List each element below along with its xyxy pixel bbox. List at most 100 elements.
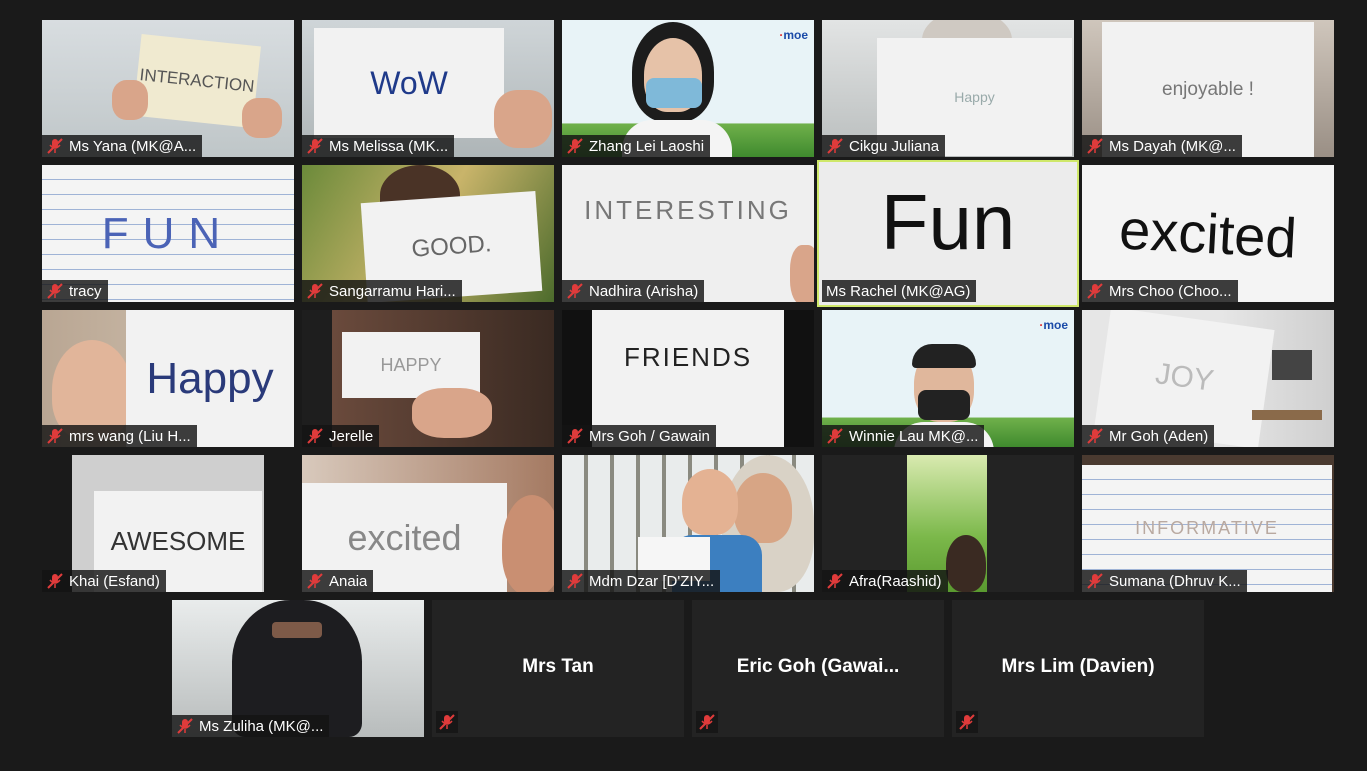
hand bbox=[494, 90, 552, 148]
mic-status bbox=[696, 711, 718, 733]
participant-nameplate: Ms Yana (MK@A... bbox=[42, 135, 203, 157]
participant-name: Winnie Lau MK@... bbox=[849, 427, 979, 445]
participant-name: Ms Dayah (MK@... bbox=[1109, 137, 1236, 155]
mic-status bbox=[956, 711, 978, 733]
participant-name: Mr Goh (Aden) bbox=[1109, 427, 1209, 445]
video-tile-mrs-goh-gawain[interactable]: FRIENDS Mrs Goh / Gawain bbox=[562, 310, 814, 447]
muted-mic-icon bbox=[1087, 428, 1103, 444]
muted-mic-icon bbox=[307, 428, 323, 444]
participant-nameplate: Ms Rachel (MK@AG) bbox=[822, 280, 977, 302]
hand bbox=[242, 98, 282, 138]
person-face bbox=[734, 473, 792, 543]
muted-mic-icon bbox=[47, 573, 63, 589]
participant-name: Jerelle bbox=[329, 427, 374, 445]
video-tile-afra[interactable]: Afra(Raashid) bbox=[822, 455, 1074, 592]
video-tile-eric-goh[interactable]: Eric Goh (Gawai... bbox=[692, 600, 944, 737]
sign-paper: INTERESTING bbox=[584, 194, 792, 225]
participant-nameplate: tracy bbox=[42, 280, 108, 302]
muted-mic-icon bbox=[439, 714, 455, 730]
participant-nameplate: Afra(Raashid) bbox=[822, 570, 948, 592]
participant-nameplate: Ms Dayah (MK@... bbox=[1082, 135, 1242, 157]
muted-mic-icon bbox=[827, 428, 843, 444]
participant-name: Mdm Dzar [D'ZIY... bbox=[589, 572, 715, 590]
video-tile-anaia[interactable]: excited Anaia bbox=[302, 455, 554, 592]
participant-nameplate: Mr Goh (Aden) bbox=[1082, 425, 1215, 447]
participant-nameplate: Mrs Choo (Choo... bbox=[1082, 280, 1238, 302]
muted-mic-icon bbox=[567, 573, 583, 589]
moe-logo: ·moe bbox=[779, 28, 808, 42]
participant-name: Sumana (Dhruv K... bbox=[1109, 572, 1241, 590]
participant-nameplate: mrs wang (Liu H... bbox=[42, 425, 197, 447]
participant-name: Khai (Esfand) bbox=[69, 572, 160, 590]
mic-status bbox=[436, 711, 458, 733]
video-tile-ms-melissa[interactable]: WoW Ms Melissa (MK... bbox=[302, 20, 554, 157]
participant-name: tracy bbox=[69, 282, 102, 300]
video-tile-jerelle[interactable]: HAPPY Jerelle bbox=[302, 310, 554, 447]
participant-name: mrs wang (Liu H... bbox=[69, 427, 191, 445]
muted-mic-icon bbox=[827, 138, 843, 154]
muted-mic-icon bbox=[307, 283, 323, 299]
video-tile-ms-zuliha[interactable]: Ms Zuliha (MK@... bbox=[172, 600, 424, 737]
muted-mic-icon bbox=[1087, 138, 1103, 154]
participant-name: Nadhira (Arisha) bbox=[589, 282, 699, 300]
video-tile-winnie-lau[interactable]: ·moe Winnie Lau MK@... bbox=[822, 310, 1074, 447]
eye-area bbox=[272, 622, 322, 638]
participant-nameplate: Zhang Lei Laoshi bbox=[562, 135, 711, 157]
participant-nameplate: Khai (Esfand) bbox=[42, 570, 166, 592]
video-tile-cikgu-juliana[interactable]: Happy Cikgu Juliana bbox=[822, 20, 1074, 157]
participant-name: Eric Goh (Gawai... bbox=[736, 656, 900, 677]
muted-mic-icon bbox=[699, 714, 715, 730]
face-mask bbox=[918, 390, 970, 420]
participant-name: Mrs Choo (Choo... bbox=[1109, 282, 1232, 300]
person-face bbox=[502, 495, 554, 592]
video-tile-ms-rachel-active-speaker[interactable]: Fun Ms Rachel (MK@AG) bbox=[817, 160, 1079, 307]
participant-nameplate: Cikgu Juliana bbox=[822, 135, 946, 157]
video-tile-mrs-wang[interactable]: Happy mrs wang (Liu H... bbox=[42, 310, 294, 447]
muted-mic-icon bbox=[567, 138, 583, 154]
child-face bbox=[682, 469, 738, 535]
participant-name: Mrs Goh / Gawain bbox=[589, 427, 710, 445]
video-tile-mrs-tan[interactable]: Mrs Tan bbox=[432, 600, 684, 737]
muted-mic-icon bbox=[307, 138, 323, 154]
hand bbox=[412, 388, 492, 438]
table bbox=[1252, 410, 1322, 420]
video-tile-sangarramu[interactable]: GOOD. Sangarramu Hari... bbox=[302, 165, 554, 302]
participant-nameplate: Sumana (Dhruv K... bbox=[1082, 570, 1247, 592]
muted-mic-icon bbox=[959, 714, 975, 730]
video-tile-mrs-choo[interactable]: excited Mrs Choo (Choo... bbox=[1082, 165, 1334, 302]
participant-name: Zhang Lei Laoshi bbox=[589, 137, 705, 155]
video-tile-zhang-lei-laoshi[interactable]: ·moe Zhang Lei Laoshi bbox=[562, 20, 814, 157]
video-tile-nadhira[interactable]: INTERESTING Nadhira (Arisha) bbox=[562, 165, 814, 302]
hand bbox=[790, 245, 814, 302]
video-tile-ms-yana[interactable]: INTERACTION Ms Yana (MK@A... bbox=[42, 20, 294, 157]
participant-name: Mrs Lim (Davien) bbox=[1001, 656, 1155, 677]
participant-nameplate: Winnie Lau MK@... bbox=[822, 425, 985, 447]
participant-name: Sangarramu Hari... bbox=[329, 282, 456, 300]
sign-paper: WoW bbox=[314, 28, 504, 138]
video-tile-sumana[interactable]: INFORMATIVE Sumana (Dhruv K... bbox=[1082, 455, 1334, 592]
video-tile-mr-goh-aden[interactable]: JOY Mr Goh (Aden) bbox=[1082, 310, 1334, 447]
face-mask bbox=[646, 78, 702, 108]
participant-name: Mrs Tan bbox=[522, 656, 594, 677]
muted-mic-icon bbox=[1087, 573, 1103, 589]
participant-name: Anaia bbox=[329, 572, 368, 590]
sign-paper: Fun bbox=[880, 177, 1016, 266]
participant-name: Ms Rachel (MK@AG) bbox=[826, 282, 971, 300]
muted-mic-icon bbox=[177, 718, 193, 734]
muted-mic-icon bbox=[567, 428, 583, 444]
participant-name: Ms Zuliha (MK@... bbox=[199, 717, 324, 735]
participant-nameplate: Jerelle bbox=[302, 425, 380, 447]
participant-name: Ms Melissa (MK... bbox=[329, 137, 449, 155]
wall-tv bbox=[1272, 350, 1312, 380]
video-tile-mdm-dzar[interactable]: Mdm Dzar [D'ZIY... bbox=[562, 455, 814, 592]
participant-name: Cikgu Juliana bbox=[849, 137, 940, 155]
video-tile-khai[interactable]: AWESOME Khai (Esfand) bbox=[42, 455, 294, 592]
video-tile-ms-dayah[interactable]: enjoyable ! Ms Dayah (MK@... bbox=[1082, 20, 1334, 157]
participant-nameplate: Ms Zuliha (MK@... bbox=[172, 715, 330, 737]
muted-mic-icon bbox=[47, 428, 63, 444]
video-tile-tracy[interactable]: FUN tracy bbox=[42, 165, 294, 302]
muted-mic-icon bbox=[567, 283, 583, 299]
participant-nameplate: Sangarramu Hari... bbox=[302, 280, 462, 302]
muted-mic-icon bbox=[827, 573, 843, 589]
video-tile-mrs-lim[interactable]: Mrs Lim (Davien) bbox=[952, 600, 1204, 737]
